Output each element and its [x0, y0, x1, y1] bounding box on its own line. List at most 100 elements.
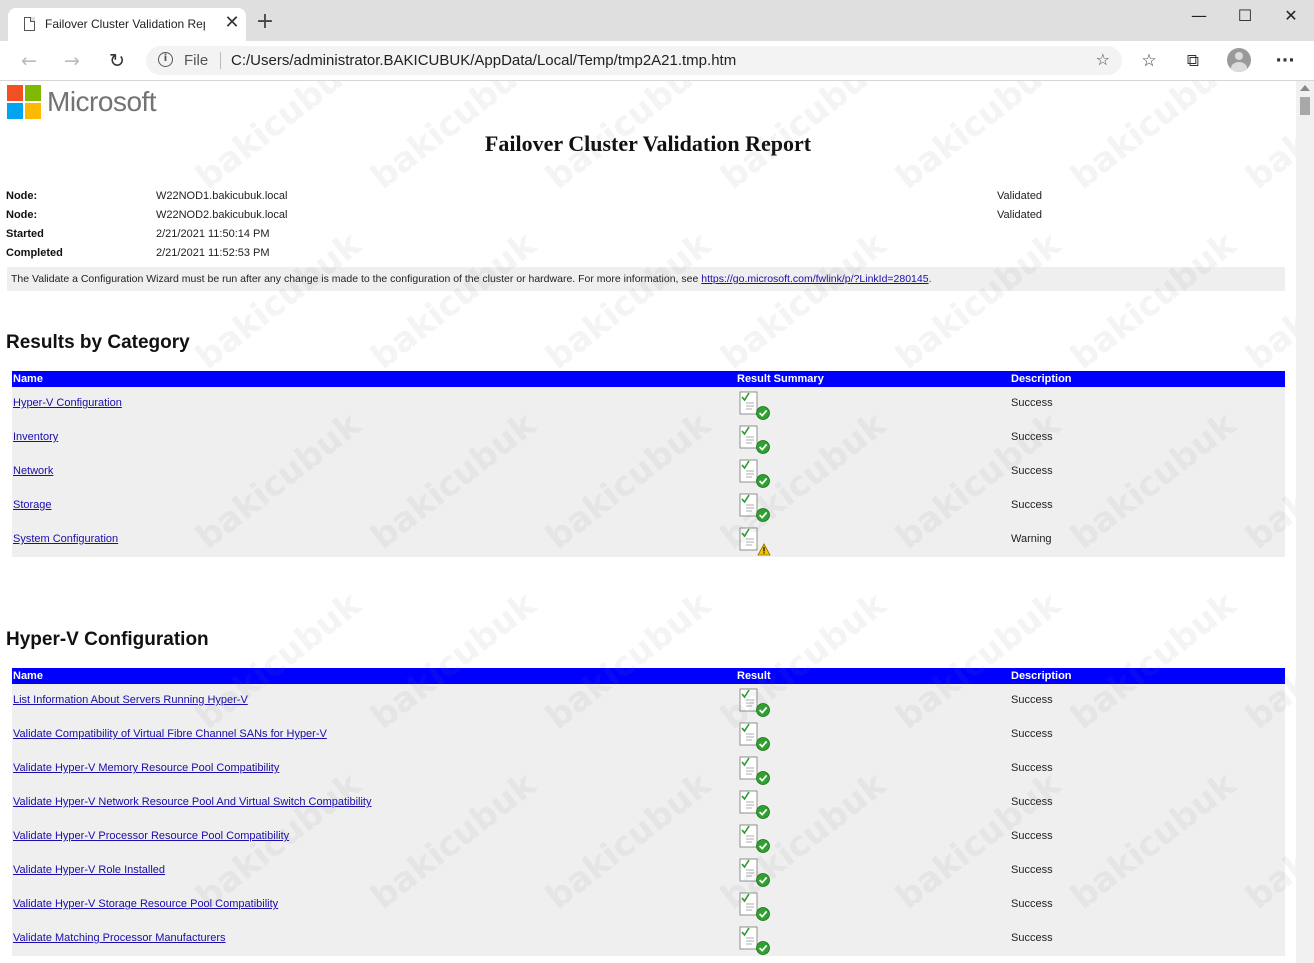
row-name-link[interactable]: Validate Hyper-V Memory Resource Pool Co… — [13, 762, 279, 774]
row-name-link[interactable]: Storage — [13, 499, 52, 511]
results-by-category-heading: Results by Category — [6, 332, 190, 353]
col-description: Description — [1011, 373, 1072, 385]
row-name-link[interactable]: Validate Hyper-V Network Resource Pool A… — [13, 796, 371, 808]
col-result: Result — [737, 670, 771, 682]
table-row: Validate Hyper-V Processor Resource Pool… — [12, 820, 1285, 854]
col-result: Result Summary — [737, 373, 824, 385]
success-report-icon — [737, 719, 771, 751]
browser-tab[interactable]: Failover Cluster Validation Report ✕ — [8, 8, 246, 41]
profile-icon[interactable] — [1227, 48, 1251, 72]
meta-status: Validated — [997, 209, 1043, 221]
row-name-link[interactable]: Validate Hyper-V Processor Resource Pool… — [13, 830, 289, 842]
success-report-icon — [737, 456, 771, 488]
vertical-scrollbar[interactable] — [1296, 81, 1314, 963]
tab-close-icon[interactable]: ✕ — [222, 13, 242, 33]
table-row: Validate Hyper-V Storage Resource Pool C… — [12, 888, 1285, 922]
row-name-link[interactable]: Validate Hyper-V Role Installed — [13, 864, 165, 876]
address-scheme: File — [184, 52, 209, 69]
row-description: Success — [1011, 499, 1053, 511]
row-description: Success — [1011, 830, 1053, 842]
note-link[interactable]: https://go.microsoft.com/fwlink/p/?LinkI… — [701, 273, 928, 285]
col-description: Description — [1011, 670, 1072, 682]
collections-icon[interactable]: ⧉ — [1181, 49, 1205, 73]
tab-title: Failover Cluster Validation Report — [45, 17, 205, 31]
row-description: Warning — [1011, 533, 1052, 545]
success-report-icon — [737, 422, 771, 454]
table-row: Validate Compatibility of Virtual Fibre … — [12, 718, 1285, 752]
meta-value: W22NOD1.bakicubuk.local — [156, 190, 288, 202]
meta-value: 2/21/2021 11:52:53 PM — [156, 247, 270, 259]
row-name-link[interactable]: List Information About Servers Running H… — [13, 694, 248, 706]
refresh-button[interactable]: ↻ — [104, 48, 130, 74]
address-bar[interactable]: i File C:/Users/administrator.BAKICUBUK/… — [146, 46, 1122, 75]
success-report-icon — [737, 685, 771, 717]
results-by-category-table: Name Result Summary Description Hyper-V … — [12, 371, 1285, 557]
row-description: Success — [1011, 465, 1053, 477]
note-text: The Validate a Configuration Wizard must… — [11, 273, 702, 285]
row-description: Success — [1011, 694, 1053, 706]
note-end: . — [928, 273, 932, 285]
table-row: Validate Matching Processor Manufacturer… — [12, 922, 1285, 956]
meta-value: 2/21/2021 11:50:14 PM — [156, 228, 270, 240]
minimize-button[interactable]: — — [1176, 3, 1222, 29]
browser-toolbar: ← → ↻ i File C:/Users/administrator.BAKI… — [0, 41, 1314, 81]
hyperv-configuration-table: Name Result Description List Information… — [12, 668, 1285, 956]
row-name-link[interactable]: Validate Compatibility of Virtual Fibre … — [13, 728, 327, 740]
meta-label: Node: — [6, 190, 38, 202]
new-tab-button[interactable]: + — [254, 11, 276, 34]
maximize-button[interactable]: ☐ — [1222, 3, 1268, 29]
success-report-icon — [737, 753, 771, 785]
info-icon[interactable]: i — [158, 52, 173, 67]
row-name-link[interactable]: Validate Matching Processor Manufacturer… — [13, 932, 226, 944]
scroll-thumb[interactable] — [1300, 97, 1310, 115]
watermark-text: bakicubuk — [888, 224, 1069, 378]
success-report-icon — [737, 787, 771, 819]
watermark-text: bakicubuk — [1063, 224, 1244, 378]
browser-title-bar: Failover Cluster Validation Report ✕ + —… — [0, 0, 1314, 41]
row-name-link[interactable]: System Configuration — [13, 533, 118, 545]
watermark-text: bakicubuk — [713, 224, 894, 378]
back-button[interactable]: ← — [16, 48, 42, 74]
table-row: System Configuration Warning — [12, 523, 1285, 557]
warning-report-icon — [737, 524, 771, 556]
scroll-up-arrow-icon[interactable] — [1300, 85, 1310, 91]
meta-label: Completed — [6, 247, 63, 259]
close-window-button[interactable]: ✕ — [1268, 3, 1314, 29]
row-description: Success — [1011, 728, 1053, 740]
row-description: Success — [1011, 762, 1053, 774]
table-header: Name Result Description — [12, 668, 1285, 684]
row-name-link[interactable]: Hyper-V Configuration — [13, 397, 122, 409]
add-favorite-icon[interactable]: ☆ — [1096, 50, 1110, 69]
report-title: Failover Cluster Validation Report — [484, 131, 812, 156]
row-description: Success — [1011, 932, 1053, 944]
table-row: Hyper-V Configuration Success — [12, 387, 1285, 421]
row-description: Success — [1011, 431, 1053, 443]
success-report-icon — [737, 855, 771, 887]
favorites-icon[interactable]: ☆ — [1137, 49, 1161, 73]
meta-label: Started — [6, 228, 44, 240]
row-description: Success — [1011, 864, 1053, 876]
address-url[interactable]: C:/Users/administrator.BAKICUBUK/AppData… — [231, 52, 736, 69]
row-description: Success — [1011, 397, 1053, 409]
row-description: Success — [1011, 796, 1053, 808]
report-page: Microsoft Failover Cluster Validation Re… — [0, 81, 1296, 963]
table-row: Storage Success — [12, 489, 1285, 523]
success-report-icon — [737, 490, 771, 522]
page-icon — [24, 17, 35, 31]
table-header: Name Result Summary Description — [12, 371, 1285, 387]
address-divider — [220, 52, 221, 69]
success-report-icon — [737, 388, 771, 420]
col-name: Name — [13, 373, 43, 385]
table-row: Validate Hyper-V Memory Resource Pool Co… — [12, 752, 1285, 786]
row-name-link[interactable]: Validate Hyper-V Storage Resource Pool C… — [13, 898, 278, 910]
col-name: Name — [13, 670, 43, 682]
row-name-link[interactable]: Network — [13, 465, 53, 477]
microsoft-logo-text: Microsoft — [47, 86, 157, 117]
forward-button[interactable]: → — [59, 48, 85, 74]
table-row: List Information About Servers Running H… — [12, 684, 1285, 718]
success-report-icon — [737, 821, 771, 853]
more-icon[interactable]: ··· — [1273, 49, 1297, 73]
meta-status: Validated — [997, 190, 1043, 202]
table-row: Network Success — [12, 455, 1285, 489]
row-name-link[interactable]: Inventory — [13, 431, 58, 443]
